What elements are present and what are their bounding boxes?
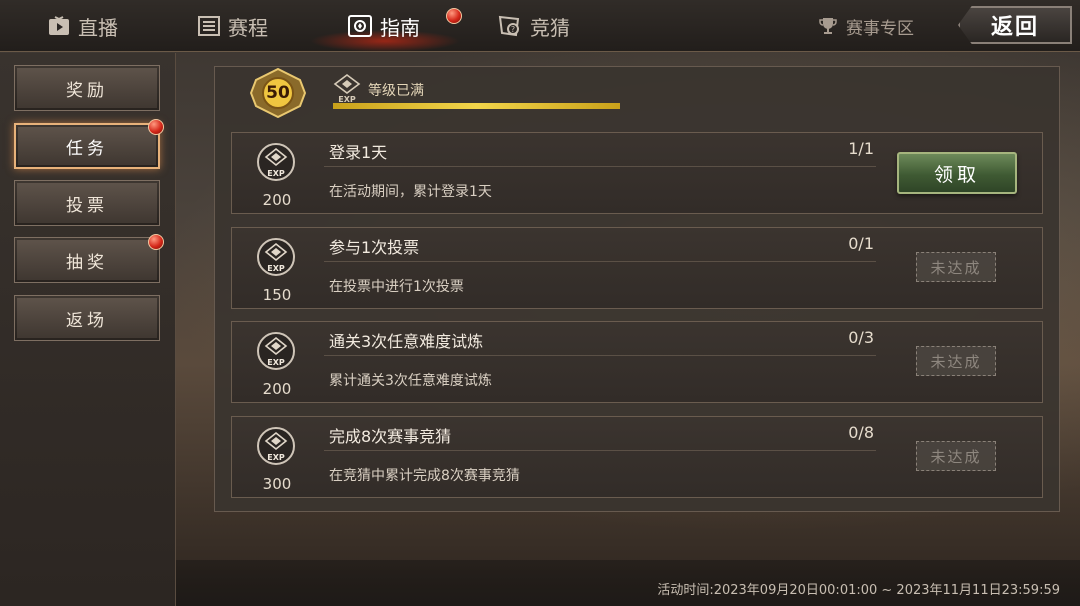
task-description: 在投票中进行1次投票 <box>329 279 464 295</box>
claim-button-label: 领取 <box>933 163 980 186</box>
sidebar-item-lottery[interactable]: 抽奖 <box>14 237 160 283</box>
tab-schedule-label: 赛程 <box>228 15 268 40</box>
exp-icon: EXP <box>256 331 296 371</box>
task-description: 在活动期间，累计登录1天 <box>329 184 492 200</box>
top-nav-bar: 直播 赛程 指南 ? 竞猜 赛事专区 返回 <box>0 0 1080 52</box>
task-divider <box>324 450 876 451</box>
special-zone-link[interactable]: 赛事专区 <box>818 12 914 40</box>
not-achieved-button: 未达成 <box>916 252 996 282</box>
lottery-notification-dot <box>148 234 164 250</box>
task-title: 参与1次投票 <box>329 238 420 257</box>
sidebar-item-label: 抽奖 <box>66 252 108 273</box>
task-divider <box>324 166 876 167</box>
not-achieved-label: 未达成 <box>930 352 982 371</box>
play-icon <box>48 16 70 36</box>
level-status: 等级已满 <box>368 83 424 99</box>
tab-live-label: 直播 <box>78 15 118 40</box>
task-progress: 1/1 <box>848 139 874 158</box>
level-progress-bar <box>333 103 620 109</box>
back-button-label: 返回 <box>990 15 1039 40</box>
task-exp-reward: 150 <box>262 286 292 304</box>
sidebar-item-label: 任务 <box>66 138 108 159</box>
task-divider <box>324 261 876 262</box>
task-exp-reward: 200 <box>262 380 292 398</box>
sidebar-item-label: 投票 <box>66 195 108 216</box>
activity-time: 活动时间:2023年09月20日00:01:00 ~ 2023年11月11日23… <box>657 583 1060 598</box>
level-number: 50 <box>266 83 290 103</box>
bet-icon: ? <box>498 15 522 37</box>
task-description: 累计通关3次任意难度试炼 <box>329 373 492 389</box>
task-exp-reward: 300 <box>262 475 292 493</box>
sidebar-item-tasks[interactable]: 任务 <box>14 123 160 169</box>
tab-live[interactable]: 直播 <box>48 8 118 44</box>
sidebar-item-rewards[interactable]: 奖励 <box>14 65 160 111</box>
not-achieved-button: 未达成 <box>916 346 996 376</box>
sidebar-item-label: 奖励 <box>66 80 108 101</box>
exp-icon: EXP <box>256 426 296 466</box>
task-row: EXP 300 完成8次赛事竞猜 0/8 在竞猜中累计完成8次赛事竞猜 未达成 <box>231 416 1043 498</box>
task-title: 完成8次赛事竞猜 <box>329 427 452 446</box>
footer-bar: 活动时间:2023年09月20日00:01:00 ~ 2023年11月11日23… <box>176 560 1080 606</box>
tasks-notification-dot <box>148 119 164 135</box>
exp-icon-label: EXP <box>267 453 285 462</box>
task-row: EXP 200 通关3次任意难度试炼 0/3 累计通关3次任意难度试炼 未达成 <box>231 321 1043 403</box>
exp-icon: EXP <box>256 237 296 277</box>
task-description: 在竞猜中累计完成8次赛事竞猜 <box>329 468 520 484</box>
task-progress: 0/3 <box>848 328 874 347</box>
claim-button[interactable]: 领取 <box>897 152 1017 194</box>
exp-icon-label: EXP <box>267 169 285 178</box>
sidebar-item-vote[interactable]: 投票 <box>14 180 160 226</box>
task-divider <box>324 355 876 356</box>
not-achieved-label: 未达成 <box>930 258 982 277</box>
exp-icon-label: EXP <box>267 358 285 367</box>
task-row: EXP 150 参与1次投票 0/1 在投票中进行1次投票 未达成 <box>231 227 1043 309</box>
special-zone-label: 赛事专区 <box>846 18 914 39</box>
list-icon <box>198 16 220 36</box>
tab-schedule[interactable]: 赛程 <box>198 8 268 44</box>
task-exp-reward: 200 <box>262 191 292 209</box>
tab-bet[interactable]: ? 竞猜 <box>498 8 570 44</box>
task-progress: 0/1 <box>848 234 874 253</box>
task-title: 登录1天 <box>329 143 388 162</box>
guide-notification-dot <box>446 8 462 24</box>
not-achieved-label: 未达成 <box>930 447 982 466</box>
trophy-icon <box>818 16 838 36</box>
tab-guide[interactable]: 指南 <box>348 8 420 44</box>
tab-guide-label: 指南 <box>380 15 420 40</box>
back-button[interactable]: 返回 <box>958 6 1072 44</box>
sidebar-item-label: 返场 <box>66 310 108 331</box>
exp-icon: EXP <box>256 142 296 182</box>
sidebar: 奖励 任务 投票 抽奖 返场 <box>0 53 176 606</box>
exp-icon-label: EXP <box>267 264 285 273</box>
svg-text:?: ? <box>511 25 515 34</box>
level-badge: 50 <box>250 68 306 118</box>
task-title: 通关3次任意难度试炼 <box>329 332 484 351</box>
sidebar-item-encore[interactable]: 返场 <box>14 295 160 341</box>
task-row: EXP 200 登录1天 1/1 在活动期间，累计登录1天 领取 <box>231 132 1043 214</box>
not-achieved-button: 未达成 <box>916 441 996 471</box>
tab-bet-label: 竞猜 <box>530 15 570 40</box>
guide-icon <box>348 15 372 37</box>
task-progress: 0/8 <box>848 423 874 442</box>
